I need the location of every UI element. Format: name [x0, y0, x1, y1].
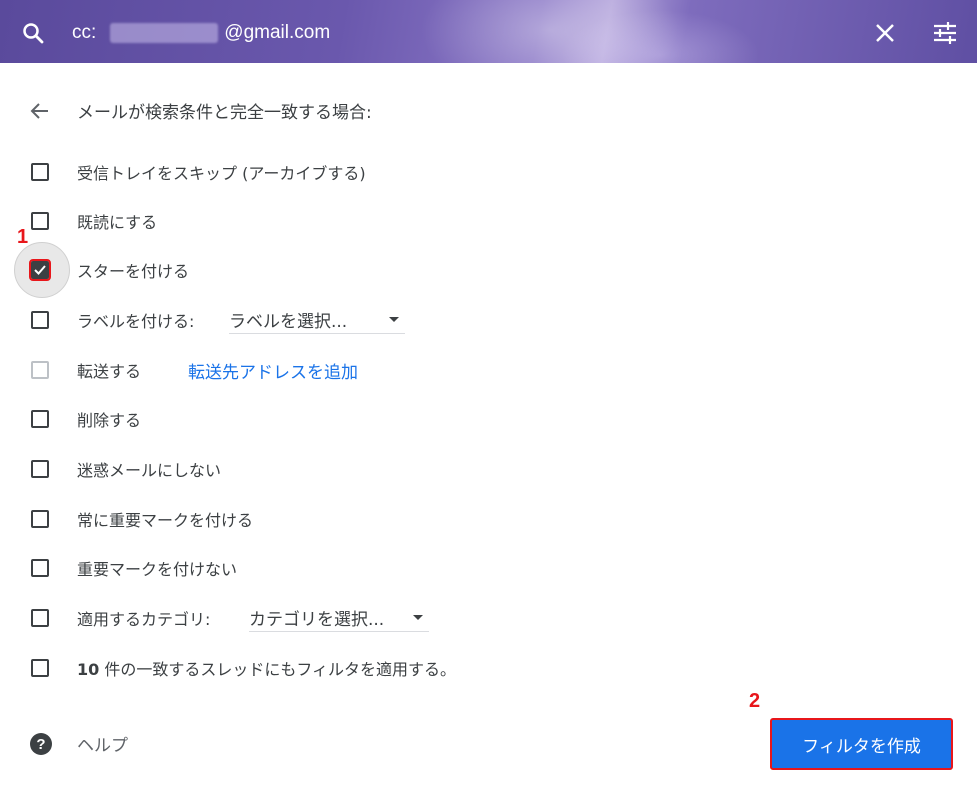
never-spam-checkbox[interactable] [31, 460, 49, 478]
mark-read-label: 既読にする [77, 213, 158, 232]
star-label: スターを付ける [77, 262, 190, 281]
star-checkbox[interactable] [29, 259, 51, 281]
annotation-marker-2: 2 [749, 690, 761, 712]
check-icon [34, 265, 46, 275]
delete-checkbox[interactable] [31, 410, 49, 428]
category-label: 適用するカテゴリ: [77, 610, 211, 629]
category-select-value: カテゴリを選択... [249, 609, 385, 630]
dropdown-arrow-icon [389, 316, 399, 322]
forward-checkbox[interactable] [31, 361, 49, 379]
always-important-checkbox[interactable] [31, 510, 49, 528]
create-filter-button[interactable]: フィルタを作成 [770, 718, 953, 770]
matching-count: 10 [77, 660, 100, 679]
mark-read-checkbox[interactable] [31, 212, 49, 230]
email-domain: @gmail.com [224, 22, 331, 43]
redacted-email-user [110, 23, 219, 43]
search-header: cc: @gmail.com [0, 0, 977, 63]
add-forwarding-address-link[interactable]: 転送先アドレスを追加 [188, 358, 358, 383]
always-important-label: 常に重要マークを付ける [77, 511, 254, 530]
cc-label: cc: [72, 22, 97, 43]
never-important-checkbox[interactable] [31, 559, 49, 577]
never-spam-label: 迷惑メールにしない [77, 461, 222, 480]
label-select-value: ラベルを選択... [229, 311, 348, 332]
tune-icon[interactable] [930, 18, 960, 48]
never-important-label: 重要マークを付けない [77, 560, 238, 579]
skip-inbox-label: 受信トレイをスキップ (アーカイブする) [77, 164, 366, 183]
back-arrow-icon[interactable] [28, 99, 52, 123]
category-checkbox[interactable] [31, 609, 49, 627]
search-query[interactable]: cc: @gmail.com [72, 20, 330, 46]
filter-criteria-title: メールが検索条件と完全一致する場合: [77, 103, 372, 123]
apply-to-matching-label: 10 件の一致するスレッドにもフィルタを適用する。 [77, 656, 456, 680]
delete-label: 削除する [77, 411, 142, 430]
help-icon[interactable]: ? [30, 733, 52, 755]
apply-to-matching-text: 件の一致するスレッドにもフィルタを適用する。 [99, 660, 457, 679]
help-link[interactable]: ヘルプ [77, 731, 128, 756]
skip-inbox-checkbox[interactable] [31, 163, 49, 181]
apply-to-matching-checkbox[interactable] [31, 659, 49, 677]
close-icon[interactable] [870, 18, 900, 48]
category-select-dropdown[interactable]: カテゴリを選択... [249, 603, 429, 632]
dropdown-arrow-icon [413, 614, 423, 620]
search-icon[interactable] [18, 18, 48, 48]
label-select-dropdown[interactable]: ラベルを選択... [229, 305, 405, 334]
forward-label: 転送する [77, 362, 142, 381]
apply-label-checkbox[interactable] [31, 311, 49, 329]
apply-label-label: ラベルを付ける: [77, 312, 195, 331]
